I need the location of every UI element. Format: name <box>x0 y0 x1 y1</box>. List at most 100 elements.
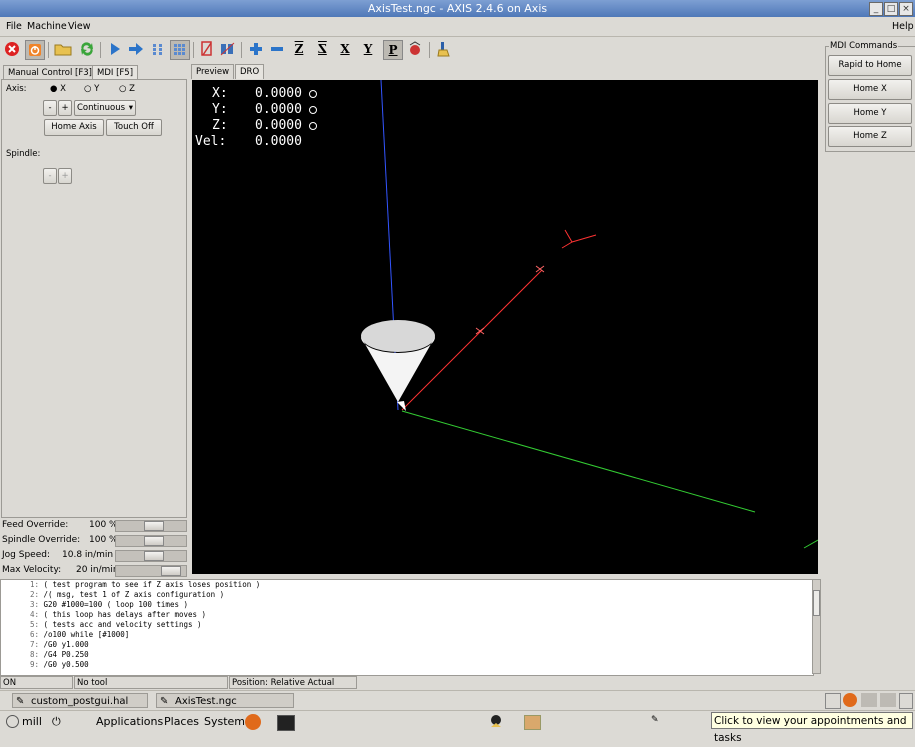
axis-radio-x[interactable]: ● X <box>50 84 66 94</box>
axis-radio-z[interactable]: ○ Z <box>119 84 135 94</box>
view-z-label: Z <box>294 42 304 56</box>
line-number: 2: <box>29 590 39 599</box>
menu-machine[interactable]: Machine <box>27 21 67 32</box>
tab-dro[interactable]: DRO <box>235 64 265 79</box>
feed-override-slider[interactable] <box>115 520 187 532</box>
view-y-label: Y <box>363 42 373 56</box>
axis-fragment <box>803 539 818 549</box>
x-axis-line <box>401 410 756 513</box>
spindle-plus-button[interactable]: + <box>58 168 72 184</box>
firefox-launcher-icon[interactable] <box>245 714 261 730</box>
zoom-out-icon[interactable] <box>268 40 286 58</box>
home-x-button[interactable]: Home X <box>828 79 912 100</box>
code-line[interactable]: 6: /o100 while [#1000] <box>1 630 813 640</box>
clear-plot-icon[interactable] <box>436 40 454 58</box>
toolpath-marker <box>535 265 545 273</box>
home-axis-button[interactable]: Home Axis <box>44 119 104 136</box>
view-z2-icon[interactable]: Z <box>313 40 331 58</box>
task-label: AxisTest.ngc <box>175 696 237 707</box>
notes-icon[interactable]: ✎ <box>651 715 665 729</box>
axis-radio-y[interactable]: ○ Y <box>84 84 99 94</box>
code-line[interactable]: 3: G20 #1000=100 ( loop 100 times ) <box>1 600 813 610</box>
scrollbar-thumb[interactable] <box>813 590 820 616</box>
machine-power-icon[interactable] <box>25 40 45 60</box>
code-line[interactable]: 2: /( msg, test 1 of Z axis configuratio… <box>1 590 813 600</box>
places-menu[interactable]: Places <box>164 715 199 728</box>
tab-preview[interactable]: Preview <box>191 64 235 79</box>
estop-icon[interactable] <box>3 40 21 58</box>
user-name[interactable]: mill <box>22 715 42 728</box>
dro-x-value: 0.0000 <box>255 86 302 101</box>
optional-stop-icon[interactable] <box>219 40 237 58</box>
slider-thumb[interactable] <box>161 566 181 576</box>
linuxcnc-launcher-icon[interactable] <box>489 714 503 730</box>
zoom-in-icon[interactable] <box>247 40 265 58</box>
code-line[interactable]: 8: /G4 P0.250 <box>1 650 813 660</box>
home-z-button[interactable]: Home Z <box>828 126 912 147</box>
slider-thumb[interactable] <box>144 521 164 531</box>
menu-file[interactable]: File <box>6 21 22 32</box>
task-axistest[interactable]: ✎ AxisTest.ngc <box>156 693 294 708</box>
max-velocity-value: 20 in/min <box>76 565 119 575</box>
code-text: ( test program to see if Z axis loses po… <box>43 580 261 589</box>
code-scrollbar[interactable] <box>812 579 821 674</box>
task-custom-postgui[interactable]: ✎ custom_postgui.hal (~... <box>12 693 148 722</box>
show-desktop-icon[interactable] <box>825 693 841 709</box>
step-icon[interactable] <box>127 40 145 58</box>
workspace-2[interactable] <box>880 693 896 707</box>
jog-speed-slider[interactable] <box>115 550 187 562</box>
view-x-icon[interactable]: X <box>336 40 354 58</box>
workspace-1[interactable] <box>861 693 877 707</box>
view-y-icon[interactable]: Y <box>359 40 377 58</box>
override-sliders: Feed Override: 100 % Spindle Override: 1… <box>0 519 188 579</box>
block-delete-icon[interactable] <box>198 40 216 58</box>
view-z2-label: Z <box>317 42 327 56</box>
preview-canvas[interactable]: X: 0.0000 Y: 0.0000 Z: 0.0000 Vel: 0.000… <box>192 80 818 574</box>
reload-icon[interactable] <box>78 40 96 58</box>
trash-icon[interactable] <box>899 693 913 709</box>
dro-z-value: 0.0000 <box>255 118 302 133</box>
rotate-view-icon[interactable] <box>406 40 424 58</box>
run-icon[interactable] <box>106 40 124 58</box>
mdi-commands-title: MDI Commands <box>829 41 899 51</box>
gcode-listing[interactable]: 1: ( test program to see if Z axis loses… <box>0 579 814 676</box>
minimize-icon[interactable]: _ <box>869 2 883 16</box>
terminal-launcher-icon[interactable] <box>277 715 295 731</box>
max-velocity-label: Max Velocity: <box>2 565 62 575</box>
slider-thumb[interactable] <box>144 551 164 561</box>
open-file-icon[interactable] <box>54 40 72 58</box>
power-icon[interactable]: ⏻ <box>52 715 61 729</box>
home-y-button[interactable]: Home Y <box>828 103 912 124</box>
close-icon[interactable]: × <box>899 2 913 16</box>
tab-manual-control[interactable]: Manual Control [F3] <box>3 65 97 80</box>
spindle-override-slider[interactable] <box>115 535 187 547</box>
menu-help[interactable]: Help <box>892 21 914 32</box>
firefox-tray-icon[interactable] <box>843 693 857 707</box>
jog-plus-button[interactable]: + <box>58 100 72 116</box>
calendar-launcher-icon[interactable] <box>524 715 541 730</box>
system-menu[interactable]: System <box>204 715 245 728</box>
code-line[interactable]: 7: /G0 y1.000 <box>1 640 813 650</box>
view-p-icon[interactable]: P <box>383 40 403 60</box>
code-line[interactable]: 9: /G0 y0.500 <box>1 660 813 670</box>
tab-mdi[interactable]: MDI [F5] <box>92 65 139 80</box>
touch-off-button[interactable]: Touch Off <box>106 119 162 136</box>
view-z-icon[interactable]: Z <box>290 40 308 58</box>
code-text: /o100 while [#1000] <box>43 630 130 639</box>
rapid-to-home-button[interactable]: Rapid to Home <box>828 55 912 76</box>
toolbar-separator <box>100 42 101 58</box>
pause-icon[interactable] <box>149 40 167 58</box>
code-line[interactable]: 5: ( tests acc and velocity settings ) <box>1 620 813 630</box>
max-velocity-slider[interactable] <box>115 565 187 577</box>
menu-view[interactable]: View <box>68 21 91 32</box>
applications-menu[interactable]: Applications <box>96 715 163 728</box>
jog-mode-select[interactable]: Continuous ▾ <box>74 100 136 116</box>
stop-icon[interactable] <box>170 40 190 60</box>
clock-tooltip: Click to view your appointments and task… <box>711 712 913 744</box>
code-line[interactable]: 4: ( this loop has delays after moves ) <box>1 610 813 620</box>
slider-thumb[interactable] <box>144 536 164 546</box>
jog-minus-button[interactable]: - <box>43 100 57 116</box>
code-line[interactable]: 1: ( test program to see if Z axis loses… <box>1 580 813 590</box>
maximize-icon[interactable]: □ <box>884 2 898 16</box>
spindle-minus-button[interactable]: - <box>43 168 57 184</box>
